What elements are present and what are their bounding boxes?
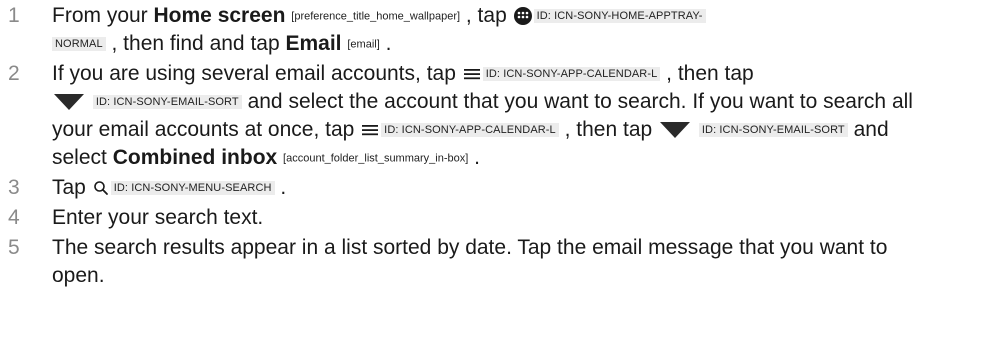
step-number: 5 [8,236,20,259]
icon-id-tag: ID: ICN-SONY-EMAIL-SORT [698,123,848,138]
icon-id-tag: ID: ICN-SONY-HOME-APPTRAY- [533,9,706,24]
text-segment: The search results appear in a list sort… [52,236,888,287]
icon-id-tag: ID: ICN-SONY-EMAIL-SORT [92,95,242,110]
text-segment: Tap [52,176,92,199]
step-4: 4 Enter your search text. [0,204,989,232]
search-icon [93,180,109,196]
step-text: If you are using several email accounts,… [52,60,989,172]
step-3: 3 Tap ID: ICN-SONY-MENU-SEARCH . [0,174,989,202]
text-segment: From your [52,4,154,27]
steps-list: 1 From your Home screen [preference_titl… [0,2,989,290]
step-number: 1 [8,4,20,27]
step-number: 2 [8,62,20,85]
step-number: 3 [8,176,20,199]
step-1: 1 From your Home screen [preference_titl… [0,2,989,58]
icon-id-tag: NORMAL [52,37,106,52]
bold-term-email: Email [285,32,342,55]
text-segment: . [468,146,480,169]
sort-triangle-icon [659,121,691,139]
menu-icon [463,67,481,81]
apptray-icon [513,7,532,26]
text-segment: , then find and tap [105,32,286,55]
text-segment: , tap [460,4,513,27]
bold-term-combined-inbox: Combined inbox [112,146,278,169]
string-key: [account_folder_list_summary_in-box] [283,152,469,165]
text-segment: . [379,32,392,55]
text-segment: , then tap [558,118,659,141]
icon-id-tag: ID: ICN-SONY-APP-CALENDAR-L [381,123,559,138]
sort-triangle-icon [53,93,85,111]
text-segment: If you are using several email accounts,… [52,62,462,85]
step-5: 5 The search results appear in a list so… [0,234,989,290]
step-text: Enter your search text. [52,204,989,232]
step-text: The search results appear in a list sort… [52,234,989,290]
step-text: Tap ID: ICN-SONY-MENU-SEARCH . [52,174,989,202]
menu-icon [361,123,379,137]
bold-term-home-screen: Home screen [153,4,286,27]
step-text: From your Home screen [preference_title_… [52,2,989,58]
step-number: 4 [8,206,20,229]
icon-id-tag: ID: ICN-SONY-MENU-SEARCH [110,181,275,196]
text-segment: . [274,176,287,199]
string-key: [email] [347,38,380,51]
string-key: [preference_title_home_wallpaper] [291,10,461,23]
step-2: 2 If you are using several email account… [0,60,989,172]
icon-id-tag: ID: ICN-SONY-APP-CALENDAR-L [482,67,661,82]
text-segment: , then tap [660,62,754,85]
text-segment: Enter your search text. [52,206,264,229]
instruction-document: 1 From your Home screen [preference_titl… [0,0,989,362]
